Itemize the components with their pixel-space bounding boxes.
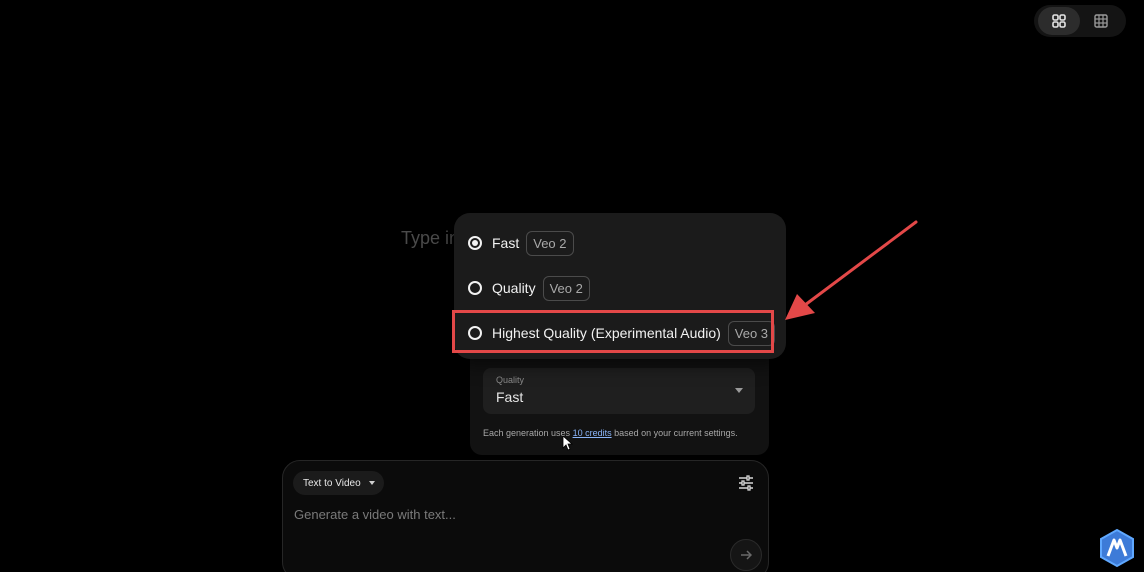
option-label: Quality — [492, 280, 536, 296]
prompt-composer: Text to Video — [282, 460, 769, 572]
chevron-down-icon — [735, 388, 743, 393]
quality-select-label: Quality — [496, 375, 525, 385]
view-toggle — [1034, 5, 1126, 37]
model-badge: Veo 2 — [526, 230, 574, 256]
quality-option-fast[interactable]: Fast Veo 2 — [468, 228, 574, 258]
page: Type in Quality Fast Each generation use… — [0, 0, 1144, 572]
small-grid-view-button[interactable] — [1080, 7, 1122, 35]
arrow-right-icon — [741, 550, 752, 560]
quality-select[interactable]: Quality Fast — [483, 368, 755, 451]
radio-unselected-icon[interactable] — [468, 281, 482, 295]
option-label: Fast — [492, 235, 520, 251]
credits-suffix: based on your current settings. — [611, 428, 738, 438]
model-badge: Veo 3 — [727, 320, 776, 346]
chevron-down-icon — [368, 481, 375, 485]
credits-info: Each generation uses 10 credits based on… — [483, 428, 738, 438]
send-button[interactable] — [730, 539, 762, 571]
large-grid-view-button[interactable] — [1038, 7, 1080, 35]
option-label: Highest Quality (Experimental Audio) — [492, 325, 721, 341]
radio-selected-icon[interactable] — [468, 236, 482, 250]
radio-unselected-icon[interactable] — [468, 326, 482, 340]
settings-sliders-icon[interactable] — [738, 475, 754, 491]
quality-option-highest-quality[interactable]: Highest Quality (Experimental Audio) Veo… — [468, 318, 776, 348]
credits-link[interactable]: 10 credits — [573, 428, 612, 438]
mode-select-label: Text to Video — [303, 477, 361, 489]
credits-prefix: Each generation uses — [483, 428, 573, 438]
background-prompt-text: Type in — [401, 228, 460, 248]
quality-select-value: Fast — [496, 389, 524, 405]
channel-logo-icon — [1100, 528, 1134, 568]
quality-menu: Fast Veo 2 Quality Veo 2 Highest Quality… — [454, 213, 786, 359]
grid-2x2-icon — [1052, 14, 1066, 28]
mode-select-chip[interactable]: Text to Video — [293, 471, 384, 495]
grid-3x3-icon — [1094, 14, 1108, 28]
quality-option-quality[interactable]: Quality Veo 2 — [468, 273, 590, 303]
red-arrow-icon — [785, 220, 918, 320]
model-badge: Veo 2 — [542, 275, 590, 301]
prompt-input[interactable] — [294, 507, 714, 522]
